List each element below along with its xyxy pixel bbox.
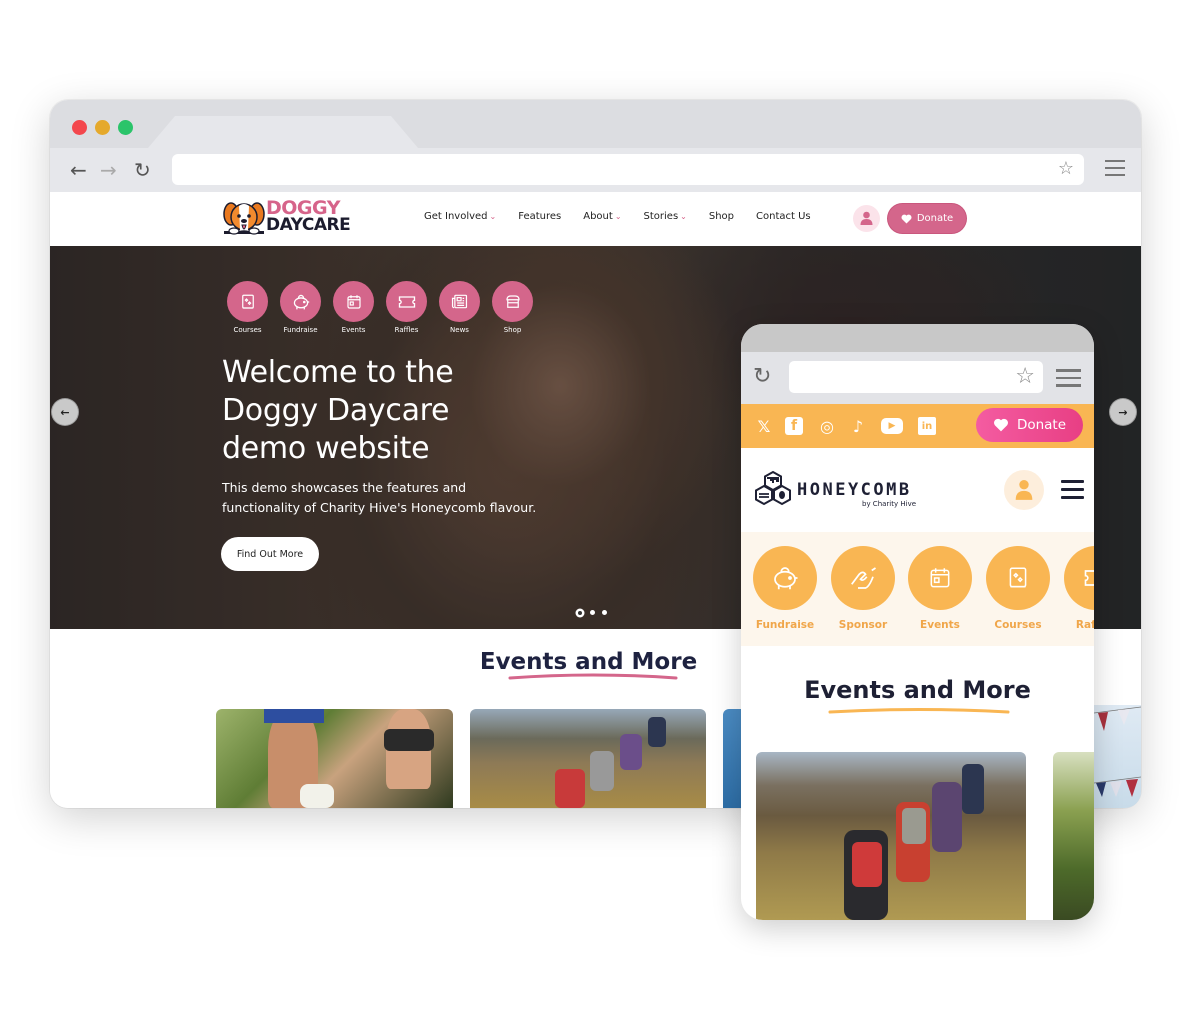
arrow-right-icon: → <box>1118 405 1128 419</box>
chevron-down-icon: ⌄ <box>614 212 622 221</box>
ticket-icon <box>398 295 415 308</box>
quick-link-fundraise[interactable]: Fundraise <box>274 281 327 334</box>
book-icon <box>241 294 254 309</box>
slide-dot-2[interactable] <box>590 610 595 615</box>
slide-dot-3[interactable] <box>602 610 607 615</box>
event-card-image-bunting <box>1094 705 1141 808</box>
browser-toolbar: ← → ↻ ☆ <box>50 148 1141 192</box>
dog-mascot-icon <box>223 202 265 235</box>
logo-text-daycare: DAYCARE <box>266 215 351 235</box>
nav-about[interactable]: About ⌄ <box>583 211 621 222</box>
doggy-daycare-logo[interactable]: DOGGY DAYCARE <box>222 198 351 240</box>
quick-links: Courses Fundraise Events Raffles News Sh… <box>221 281 539 334</box>
nav-features[interactable]: Features <box>518 211 561 222</box>
quick-link-raffles[interactable]: Raffles <box>380 281 433 334</box>
address-bar[interactable]: ☆ <box>172 154 1084 185</box>
hero-subtitle: This demo showcases the features and fun… <box>222 480 537 515</box>
storefront-icon <box>505 294 520 308</box>
nav-contact-us[interactable]: Contact Us <box>756 211 811 222</box>
event-card-image-running[interactable] <box>216 709 453 808</box>
heading-underline <box>508 673 678 680</box>
newspaper-icon <box>451 294 468 309</box>
mobile-events-section: Events and More <box>741 646 1094 920</box>
find-out-more-button[interactable]: Find Out More <box>221 537 319 571</box>
bunting-icon <box>1094 706 1141 797</box>
forward-arrow-icon[interactable]: → <box>100 158 117 182</box>
account-button[interactable] <box>853 205 880 232</box>
user-icon <box>860 211 873 225</box>
back-arrow-icon[interactable]: ← <box>70 158 87 182</box>
quick-link-events[interactable]: Events <box>327 281 380 334</box>
reload-icon[interactable]: ↻ <box>134 158 151 182</box>
site-header: DOGGY DAYCARE Get Involved ⌄ Features Abo… <box>50 192 1141 246</box>
mobile-events-heading: Events and More <box>804 676 1031 704</box>
arrow-left-icon: ← <box>60 405 70 419</box>
close-window-button[interactable] <box>72 120 87 135</box>
title-bar <box>50 100 1141 148</box>
slider-next-button[interactable]: → <box>1110 399 1136 425</box>
main-navigation: Get Involved ⌄ Features About ⌄ Stories ⌄ S… <box>424 211 833 222</box>
maximize-window-button[interactable] <box>118 120 133 135</box>
donate-button[interactable]: Donate <box>888 204 966 233</box>
star-icon[interactable]: ☆ <box>1058 158 1074 179</box>
minimize-window-button[interactable] <box>95 120 110 135</box>
chevron-down-icon: ⌄ <box>489 212 497 221</box>
quick-link-courses[interactable]: Courses <box>221 281 274 334</box>
mobile-event-card-image-hiking[interactable] <box>756 752 1026 920</box>
nav-shop[interactable]: Shop <box>709 211 734 222</box>
nav-stories[interactable]: Stories ⌄ <box>644 211 687 222</box>
chevron-down-icon: ⌄ <box>680 212 687 221</box>
hero-slider: Courses Fundraise Events Raffles News Sh… <box>50 246 1141 629</box>
heading-underline <box>828 708 1010 714</box>
calendar-icon <box>346 294 361 309</box>
quick-link-shop[interactable]: Shop <box>486 281 539 334</box>
nav-get-involved[interactable]: Get Involved ⌄ <box>424 211 496 222</box>
mobile-event-card-image-partial[interactable] <box>1053 752 1094 920</box>
hero-title: Welcome to the Doggy Daycare demo websit… <box>222 355 454 466</box>
slider-prev-button[interactable]: ← <box>52 399 78 425</box>
donate-label: Donate <box>916 213 954 224</box>
hamburger-menu-icon[interactable] <box>1105 160 1125 181</box>
event-card-image-hiking[interactable] <box>470 709 706 808</box>
piggy-bank-icon <box>293 294 309 309</box>
browser-tab[interactable] <box>148 116 418 148</box>
heart-icon <box>901 214 912 224</box>
slide-dot-1[interactable] <box>577 610 583 616</box>
quick-link-news[interactable]: News <box>433 281 486 334</box>
slider-pagination <box>577 610 607 616</box>
